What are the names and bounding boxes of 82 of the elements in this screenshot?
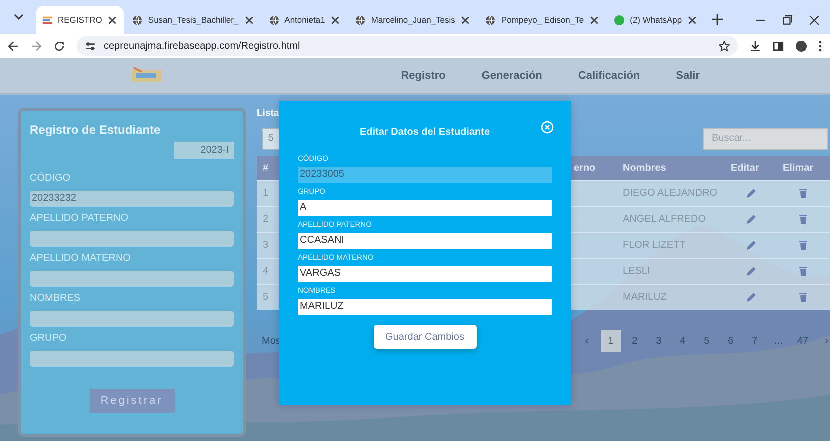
page-link[interactable]: 5 <box>696 330 717 352</box>
nav-link[interactable]: Salir <box>676 70 700 82</box>
nav-link[interactable]: Registro <box>401 70 446 82</box>
site-settings-icon[interactable] <box>85 40 96 52</box>
input-field[interactable]: MARILUZ <box>298 299 552 315</box>
star-icon[interactable] <box>719 40 730 52</box>
page-link[interactable]: ‹ <box>576 330 597 352</box>
save-button[interactable]: Guardar Cambios <box>374 325 476 349</box>
input-field[interactable] <box>30 231 234 247</box>
list-title: Lista <box>257 108 278 121</box>
nav-link[interactable]: Generación <box>482 70 542 82</box>
page-link[interactable]: … <box>768 330 789 352</box>
field-label: APELLIDO MATERNO <box>30 253 132 264</box>
table-cell: LESLI <box>617 258 725 284</box>
table-cell: MARILUZ <box>617 284 725 310</box>
input-field[interactable] <box>30 351 234 367</box>
trash-icon[interactable] <box>798 214 809 225</box>
globe-icon <box>485 14 496 26</box>
pencil-icon[interactable] <box>746 188 756 199</box>
trash-icon[interactable] <box>798 188 809 199</box>
field-label: APELLIDO PATERNO <box>30 213 130 224</box>
menu-icon[interactable] <box>819 40 822 52</box>
card-title: Registro de Estudiante <box>30 123 162 137</box>
close-icon[interactable] <box>460 14 472 26</box>
browser-tab[interactable]: REGISTRO <box>36 6 124 34</box>
field-label: NOMBRES <box>30 293 82 304</box>
download-icon[interactable] <box>750 40 761 52</box>
globe-icon <box>268 14 280 26</box>
back-icon[interactable] <box>8 40 19 52</box>
trash-icon[interactable] <box>798 266 809 277</box>
field-label: GRUPO <box>30 333 68 344</box>
browser-tab[interactable]: Antonieta1 <box>262 6 348 34</box>
page-link[interactable]: 1 <box>600 330 621 352</box>
page-link[interactable]: 4 <box>672 330 693 352</box>
column-header[interactable]: Elimar <box>777 156 830 180</box>
table-cell: FLOR LIZETT <box>617 232 725 258</box>
table-cell: DIEGO ALEJANDRO <box>617 180 725 206</box>
input-field[interactable]: A <box>298 200 552 216</box>
column-header[interactable]: Editar <box>725 156 777 180</box>
restore-icon[interactable] <box>782 15 793 26</box>
input-field[interactable] <box>30 271 234 287</box>
browser-tab[interactable]: Marcelino_Juan_Tesis <box>349 6 478 34</box>
dialog-title: Editar Datos del Estudiante <box>358 127 492 138</box>
page-link[interactable]: 2 <box>624 330 645 352</box>
browser-tab[interactable]: Pompeyo_ Edison_Te <box>479 6 606 34</box>
page-link[interactable]: 7 <box>744 330 765 352</box>
search-field[interactable]: Buscar... <box>703 128 828 150</box>
browser-tab[interactable]: Susan_Tesis_Bachiller_ <box>126 6 261 34</box>
reload-icon[interactable] <box>54 40 65 52</box>
page-link[interactable]: 3 <box>648 330 669 352</box>
close-icon[interactable] <box>809 15 820 26</box>
close-icon[interactable] <box>687 14 698 26</box>
input-field[interactable] <box>30 311 234 327</box>
close-icon[interactable] <box>107 14 118 26</box>
new-tab-icon[interactable] <box>712 14 724 25</box>
chat-icon <box>614 14 626 26</box>
close-icon[interactable] <box>330 14 342 26</box>
page-size-select[interactable]: 5 <box>262 128 280 150</box>
pencil-icon[interactable] <box>746 240 756 251</box>
close-icon[interactable] <box>244 14 255 26</box>
page-link[interactable]: 47 <box>792 330 813 352</box>
page-link[interactable]: › <box>816 330 830 352</box>
page-link[interactable]: 6 <box>720 330 741 352</box>
column-header[interactable]: Nombres <box>617 156 725 180</box>
globe-icon <box>132 14 144 26</box>
globe-icon <box>355 14 366 26</box>
site-logo-icon <box>42 14 53 26</box>
side-panel-icon[interactable] <box>773 40 784 52</box>
field-label: CÓDIGO <box>30 173 72 184</box>
nav-link[interactable]: Calificación <box>578 70 640 82</box>
profile-icon[interactable] <box>796 40 807 52</box>
period-field[interactable]: 2023-I <box>174 142 234 159</box>
close-icon[interactable] <box>589 14 600 26</box>
address-bar[interactable]: cepreunajma.firebaseapp.com/Registro.html <box>77 36 738 56</box>
trash-icon[interactable] <box>798 240 809 251</box>
input-field[interactable]: CCASANI <box>298 233 552 249</box>
register-button[interactable]: Registrar <box>90 389 174 413</box>
forward-icon[interactable] <box>31 40 42 52</box>
input-field[interactable]: VARGAS <box>298 266 552 282</box>
input-field[interactable]: 20233232 <box>30 191 234 207</box>
browser-tab[interactable]: (2) WhatsApp <box>608 6 704 34</box>
table-cell: ANGEL ALFREDO <box>617 206 725 232</box>
